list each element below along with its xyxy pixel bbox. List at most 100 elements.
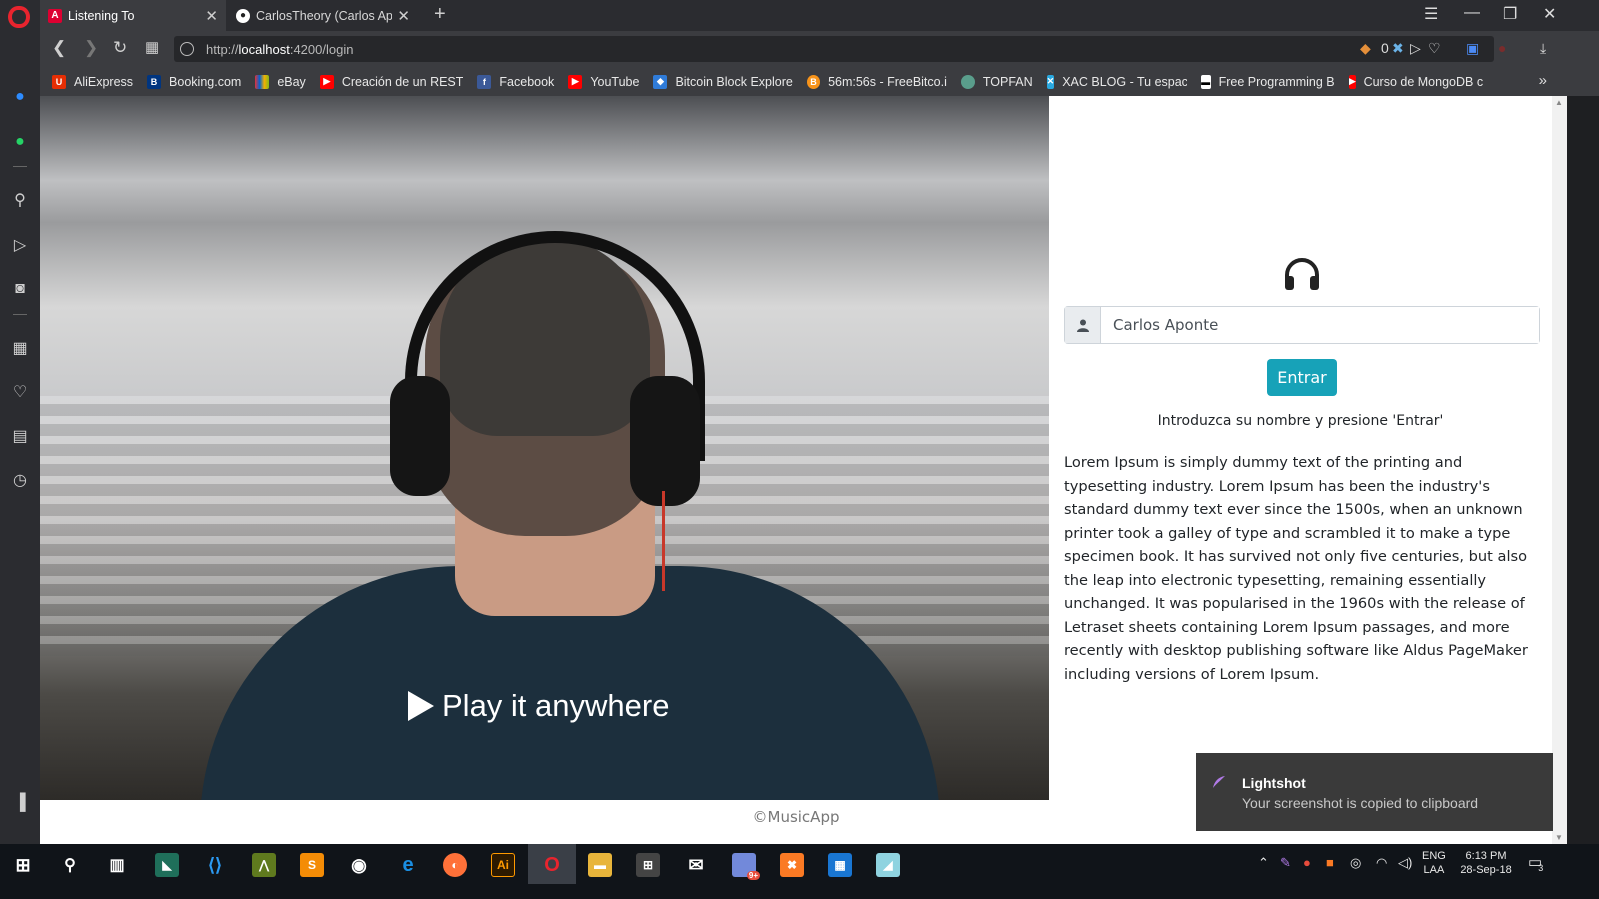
bookmark-mongodb[interactable]: ▶ Curso de MongoDB c xyxy=(1348,74,1483,89)
sidebar-divider xyxy=(13,314,27,315)
translate-icon[interactable]: ▣ xyxy=(1466,40,1479,57)
forward-button[interactable]: ❯ xyxy=(84,38,98,58)
windows-start-icon[interactable]: ⊞ xyxy=(11,853,35,877)
address-toolbar: ❮ ❯ ↻ ▦ http://localhost:4200/login ◆ 0 … xyxy=(40,31,1599,67)
send-icon[interactable]: ▷ xyxy=(10,236,30,256)
bookmark-topfan[interactable]: TOPFAN xyxy=(960,74,1033,89)
history-icon[interactable]: ◷ xyxy=(10,471,30,491)
speed-dial-icon[interactable]: ▦ xyxy=(145,38,159,56)
youtube-icon: ▶ xyxy=(1348,74,1356,89)
edge-icon[interactable]: e xyxy=(396,853,420,877)
bookmark-rest[interactable]: ▶ Creación de un REST xyxy=(319,74,463,89)
camera-icon[interactable]: ◙ xyxy=(10,279,30,299)
search-icon[interactable]: ⚲ xyxy=(10,191,30,211)
bookmark-free-programming[interactable]: ▬ Free Programming B xyxy=(1200,74,1335,89)
app-icon[interactable]: ▦ xyxy=(828,853,852,877)
bookmark-bitcoin-explorer[interactable]: ◆ Bitcoin Block Explore xyxy=(653,74,793,89)
windows-taskbar: ⊞ ⚲ ▥ ◣ ⟨⟩ ⋀ S ◉ e ◐ Ai O ▬ ⊞ ✉ 9+ ✖ ▦ ◢… xyxy=(0,844,1599,899)
sublime-icon[interactable]: S xyxy=(300,853,324,877)
clock[interactable]: 6:13 PM 28-Sep-18 xyxy=(1456,849,1516,877)
angular-icon: A xyxy=(48,8,62,23)
address-input[interactable]: http://localhost:4200/login xyxy=(174,36,1494,62)
search-icon[interactable]: ⚲ xyxy=(58,853,82,877)
bookmark-freebitcoin[interactable]: B 56m:56s - FreeBitco.i xyxy=(806,74,947,89)
page-scrollbar[interactable]: ▲ ▼ xyxy=(1552,96,1567,844)
action-center-icon[interactable]: ▭3 xyxy=(1528,855,1547,873)
chat-icon[interactable]: 9+ xyxy=(732,853,760,880)
xac-icon: ✕ xyxy=(1046,74,1055,89)
topfan-icon xyxy=(960,74,975,89)
discord-tray-icon[interactable]: ◎ xyxy=(1350,856,1361,870)
extension-icon[interactable]: ● xyxy=(1498,40,1506,56)
speed-dial-icon[interactable]: ▦ xyxy=(10,339,30,359)
bookmark-youtube[interactable]: ▶ YouTube xyxy=(568,74,639,89)
entrar-button[interactable]: Entrar xyxy=(1267,359,1337,396)
facebook-icon: f xyxy=(477,74,492,89)
aliexpress-icon: U xyxy=(52,74,66,89)
obs-icon[interactable]: ◉ xyxy=(347,853,371,877)
restore-button[interactable]: ❐ xyxy=(1503,4,1517,24)
reload-button[interactable]: ↻ xyxy=(113,38,127,58)
whatsapp-icon[interactable]: ● xyxy=(10,132,30,152)
tab-listening-to[interactable]: A Listening To ✕ xyxy=(40,0,226,31)
book-icon: ▬ xyxy=(1200,74,1211,89)
more-bookmarks-icon[interactable]: » xyxy=(1539,72,1547,89)
github-icon: ● xyxy=(236,8,250,23)
close-tab-icon[interactable]: ✕ xyxy=(205,7,218,25)
app-icon[interactable]: ◢ xyxy=(876,853,900,877)
xampp-tray-icon[interactable]: ■ xyxy=(1326,856,1334,870)
send-icon[interactable]: ▷ xyxy=(1410,40,1421,57)
store-icon[interactable]: ⊞ xyxy=(636,853,660,877)
username-input[interactable] xyxy=(1101,307,1539,343)
vscode-icon[interactable]: ⟨⟩ xyxy=(203,853,227,877)
bookmark-booking[interactable]: B Booking.com xyxy=(147,74,241,89)
app-icon[interactable]: ⋀ xyxy=(252,853,276,877)
play-icon xyxy=(408,691,434,721)
sidebar-toggle-icon[interactable]: ▐ xyxy=(10,793,30,813)
firefox-icon[interactable]: ◐ xyxy=(443,853,467,877)
task-view-icon[interactable]: ▥ xyxy=(105,853,129,877)
bookmark-facebook[interactable]: f Facebook xyxy=(477,74,554,89)
site-info-icon[interactable] xyxy=(180,42,194,56)
bookmark-aliexpress[interactable]: U AliExpress xyxy=(52,74,133,89)
heart-icon[interactable]: ♡ xyxy=(10,383,30,403)
tab-menu-icon[interactable]: ☰ xyxy=(1424,4,1438,24)
scroll-up-icon[interactable]: ▲ xyxy=(1555,98,1563,107)
minimize-button[interactable]: — xyxy=(1464,4,1480,22)
back-button[interactable]: ❮ xyxy=(52,38,66,58)
mail-icon[interactable]: ✉ xyxy=(684,853,708,877)
bookmarks-bar: U AliExpress B Booking.com eBay ▶ Creación … xyxy=(40,67,1599,96)
volume-icon[interactable]: ◁) xyxy=(1398,856,1412,870)
tray-app-icon[interactable]: ● xyxy=(1303,856,1311,870)
file-explorer-icon[interactable]: ▬ xyxy=(588,853,612,877)
news-icon[interactable]: ▤ xyxy=(10,427,30,447)
vpn-count: 0 xyxy=(1381,40,1389,56)
close-tab-icon[interactable]: ✕ xyxy=(397,7,410,25)
sidebar-divider xyxy=(13,166,27,167)
bookmark-xac-blog[interactable]: ✕ XAC BLOG - Tu espac xyxy=(1046,74,1187,89)
language-indicator[interactable]: ENG LAA xyxy=(1422,849,1446,877)
app-icon[interactable]: ◣ xyxy=(155,853,179,877)
lightshot-notification[interactable]: Lightshot Your screenshot is copied to c… xyxy=(1196,753,1553,831)
bookmark-heart-icon[interactable]: ♡ xyxy=(1428,40,1441,57)
wifi-icon[interactable]: ◠ xyxy=(1376,856,1387,870)
lightshot-tray-icon[interactable]: ✎ xyxy=(1280,856,1291,870)
hero-image: Play it anywhere xyxy=(40,96,1049,800)
bookmark-ebay[interactable]: eBay xyxy=(255,74,306,89)
illustrator-icon[interactable]: Ai xyxy=(491,853,515,877)
tray-expand-icon[interactable]: ⌃ xyxy=(1258,856,1269,870)
xampp-icon[interactable]: ✖ xyxy=(780,853,804,877)
close-window-button[interactable]: ✕ xyxy=(1543,4,1556,24)
opera-sidebar: ● ● ⚲ ▷ ◙ ▦ ♡ ▤ ◷ ▐ xyxy=(0,31,40,844)
login-panel: Entrar Introduzca su nombre y presione '… xyxy=(1049,96,1552,800)
new-tab-button[interactable]: + xyxy=(434,3,446,26)
opera-icon[interactable]: O xyxy=(540,853,564,877)
messenger-icon[interactable]: ● xyxy=(10,87,30,107)
tab-github[interactable]: ● CarlosTheory (Carlos Apon ✕ xyxy=(228,0,418,31)
download-icon[interactable]: ⤓ xyxy=(1540,40,1546,57)
extension-icon[interactable]: ◆ xyxy=(1360,40,1371,57)
scroll-down-icon[interactable]: ▼ xyxy=(1555,833,1563,842)
opera-menu-icon[interactable] xyxy=(8,6,30,28)
login-hint: Introduzca su nombre y presione 'Entrar' xyxy=(1157,413,1444,429)
vpn-icon[interactable]: ✖ xyxy=(1392,40,1404,57)
